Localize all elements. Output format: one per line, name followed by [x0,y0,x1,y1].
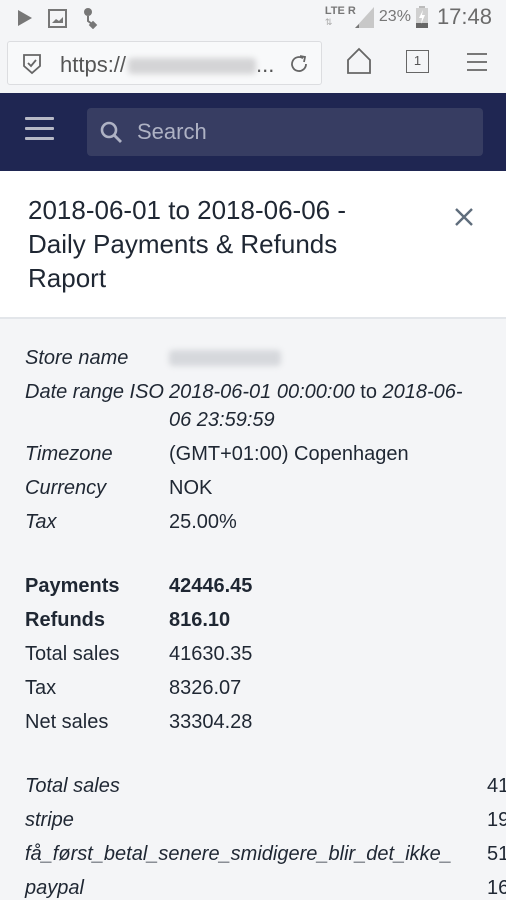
totals-label: Net sales [25,711,109,733]
signal-icon [354,7,374,28]
method-value: 41 [487,775,506,797]
hamburger-menu-button[interactable] [25,117,54,145]
totals-value: 41630.35 [169,643,253,665]
totals-label: Refunds [25,609,105,631]
usb-debug-icon [84,8,98,29]
date-range-value: 2018-06-01 00:00:00 to 2018-06-06 23:59:… [169,378,479,434]
date-range-start: 2018-06-01 00:00:00 [169,381,355,403]
totals-label: Tax [25,677,57,699]
info-value: (GMT+01:00) Copenhagen [169,443,409,465]
method-label: paypal [25,877,84,899]
info-row-currency: Currency NOK [25,474,212,502]
close-icon[interactable] [452,205,476,229]
search-box[interactable] [87,108,483,156]
info-row-tax: Tax 25.00% [25,508,237,536]
info-row-store-name: Store name [25,344,281,374]
system-status: LTE R ⇅ 23% 17:48 [325,4,492,30]
url-ellipsis: ... [256,52,275,77]
info-label: Store name [25,347,129,369]
info-row-timezone: Timezone (GMT+01:00) Copenhagen [25,440,409,468]
info-label: Tax [25,511,57,533]
totals-row-refunds: Refunds 816.10 [25,606,230,634]
info-label: Currency [25,477,107,499]
method-value: 51 [487,843,506,865]
menu-bar [25,127,54,130]
app-header [0,93,506,171]
totals-label: Total sales [25,643,120,665]
browser-toolbar: https://... 1 [0,36,506,93]
method-row-klarna: få_først_betal_senere_smidigere_blir_det… [25,840,506,868]
info-value: 25.00% [169,511,237,533]
date-range-separator: to [354,381,383,403]
home-icon[interactable] [346,47,372,75]
status-bar: LTE R ⇅ 23% 17:48 [0,0,506,36]
totals-row-tax: Tax 8326.07 [25,674,241,702]
info-label: Timezone [25,443,113,465]
store-name-redacted [169,344,281,374]
info-row-date-range: Date range ISO 2018-06-01 00:00:00 to 20… [25,378,479,434]
method-label: få_først_betal_senere_smidigere_blir_det… [25,843,452,865]
browser-menu-icon[interactable] [465,52,489,72]
play-store-icon [18,10,32,26]
url-scheme: https:// [60,52,127,77]
network-label: LTE R [324,5,356,17]
totals-label: Payments [25,575,120,597]
report-title-panel: 2018-06-01 to 2018-06-06 - Daily Payment… [0,171,506,319]
info-value: NOK [169,477,213,499]
menu-bar [25,117,54,120]
battery-percent: 23% [378,8,411,25]
menu-bar [25,137,54,140]
totals-value: 42446.45 [169,575,253,597]
reload-icon[interactable] [287,52,311,76]
method-value: 16 [487,877,506,899]
totals-row-net-sales: Net sales 33304.28 [25,708,252,736]
report-title: 2018-06-01 to 2018-06-06 - Daily Payment… [28,195,347,293]
url-text[interactable]: https://... [60,52,274,78]
method-row-paypal: paypal 16 [25,874,506,900]
url-domain-redacted [128,58,257,75]
address-bar[interactable]: https://... [7,41,322,85]
totals-value: 816.10 [169,609,231,631]
method-value: 19 [487,809,506,831]
method-label: stripe [25,809,74,831]
info-label: Date range ISO [25,381,164,403]
report-content: Store name Date range ISO 2018-06-01 00:… [0,320,506,900]
battery-charging-icon [415,6,428,28]
gallery-icon [48,8,67,28]
search-icon [100,121,122,143]
clock: 17:48 [436,4,492,29]
method-label: Total sales [25,775,120,797]
notification-icons [17,7,98,29]
method-row-total-sales: Total sales 41 [25,772,506,800]
totals-value: 8326.07 [169,677,242,699]
totals-row-payments: Payments 42446.45 [25,572,252,600]
totals-row-total-sales: Total sales 41630.35 [25,640,252,668]
totals-value: 33304.28 [169,711,253,733]
security-shield-icon[interactable] [21,53,43,75]
method-row-stripe: stripe 19 [25,806,506,834]
tabs-button[interactable]: 1 [406,50,429,73]
search-input[interactable] [137,108,467,156]
